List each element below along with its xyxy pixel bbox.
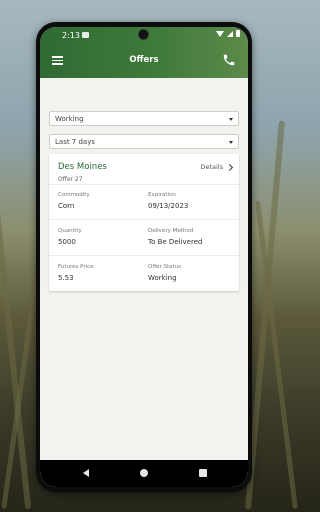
- status-filter-select[interactable]: Working: [49, 111, 239, 126]
- delivery-method-field: Delivery Method To Be Delivered: [148, 228, 202, 246]
- date-filter-select[interactable]: Last 7 days: [49, 134, 239, 149]
- expiration-field: Expiration 09/13/2023: [148, 192, 188, 210]
- top-bar: 2:13 Offers: [40, 27, 248, 78]
- offer-status-field: Offer Status Working: [148, 264, 181, 282]
- details-label: Details: [200, 163, 223, 171]
- details-link[interactable]: Details: [200, 163, 234, 171]
- offer-card[interactable]: Des Moines Offer 27 Details Commodity Co…: [49, 154, 239, 291]
- dropdown-caret-icon: [229, 118, 233, 121]
- delivery-method-label: Delivery Method: [148, 228, 194, 234]
- status-bar: 2:13: [40, 27, 248, 44]
- card-divider: [49, 255, 239, 256]
- quantity-field: Quantity 5000: [58, 228, 82, 246]
- card-divider: [49, 219, 239, 220]
- offer-status-label: Offer Status: [148, 264, 182, 270]
- notification-icon: [82, 32, 89, 38]
- delivery-method-value: To Be Delivered: [148, 238, 203, 246]
- chevron-right-icon: [225, 163, 234, 171]
- recent-apps-icon[interactable]: [199, 469, 207, 477]
- wifi-icon: [216, 30, 224, 37]
- phone-screen: 2:13 Offers Working Last 7 days Des Moin…: [40, 27, 248, 487]
- page-title: Offers: [129, 55, 159, 65]
- app-bar: Offers: [40, 44, 248, 78]
- expiration-label: Expiration: [148, 192, 176, 198]
- commodity-field: Commodity Corn: [58, 192, 90, 210]
- date-filter-value: Last 7 days: [55, 138, 96, 146]
- system-icons: [216, 30, 240, 37]
- expiration-value: 09/13/2023: [148, 202, 189, 210]
- status-time: 2:13: [62, 31, 80, 40]
- quantity-label: Quantity: [58, 228, 82, 234]
- camera-cutout: [138, 29, 149, 40]
- offers-content: Working Last 7 days Des Moines Offer 27 …: [40, 78, 248, 460]
- futures-price-label: Futures Price: [58, 264, 94, 270]
- offer-number: Offer 27: [58, 176, 83, 183]
- offer-status-value: Working: [148, 274, 177, 282]
- back-icon[interactable]: [83, 469, 89, 477]
- commodity-value: Corn: [58, 202, 75, 210]
- system-nav-bar: [40, 460, 248, 487]
- battery-icon: [236, 30, 240, 37]
- phone-frame: 2:13 Offers Working Last 7 days Des Moin…: [36, 22, 252, 492]
- futures-price-value: 5.53: [58, 274, 74, 282]
- signal-icon: [227, 30, 233, 37]
- card-divider: [49, 184, 239, 185]
- offer-location: Des Moines: [58, 162, 107, 172]
- dropdown-caret-icon: [229, 141, 233, 144]
- phone-icon[interactable]: [222, 53, 236, 67]
- status-filter-value: Working: [55, 115, 84, 123]
- home-icon[interactable]: [140, 469, 148, 477]
- futures-price-field: Futures Price 5.53: [58, 264, 94, 282]
- commodity-label: Commodity: [58, 192, 90, 198]
- quantity-value: 5000: [58, 238, 76, 246]
